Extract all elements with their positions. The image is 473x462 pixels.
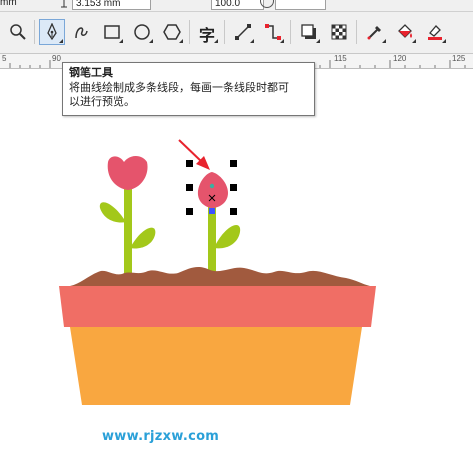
- pot-body: [70, 327, 362, 405]
- right-stem: [208, 204, 216, 280]
- path-node[interactable]: [209, 183, 215, 189]
- soil: [70, 266, 370, 286]
- left-flower-plant[interactable]: [99, 156, 156, 280]
- red-arrow-annotation: [178, 139, 210, 170]
- stem-leaf: [214, 225, 241, 249]
- tooltip-title: 钢笔工具: [69, 67, 113, 79]
- path-node-selected[interactable]: [209, 208, 215, 214]
- pot-rim: [59, 286, 376, 327]
- left-leaf: [99, 202, 126, 223]
- tooltip-description-line1: 将曲线绘制成多条线段，每画一条线段时都可: [69, 82, 289, 94]
- tooltip-description-line2: 以进行预览。: [69, 96, 135, 108]
- tulip-flower: [107, 156, 148, 190]
- right-leaf: [130, 227, 156, 249]
- pen-tool-tooltip: 钢笔工具 将曲线绘制成多条线段，每画一条线段时都可 以进行预览。: [62, 62, 315, 116]
- watermark: www.rjzxw.com: [102, 429, 220, 444]
- left-stem: [124, 180, 132, 280]
- flower-bud: [197, 172, 228, 208]
